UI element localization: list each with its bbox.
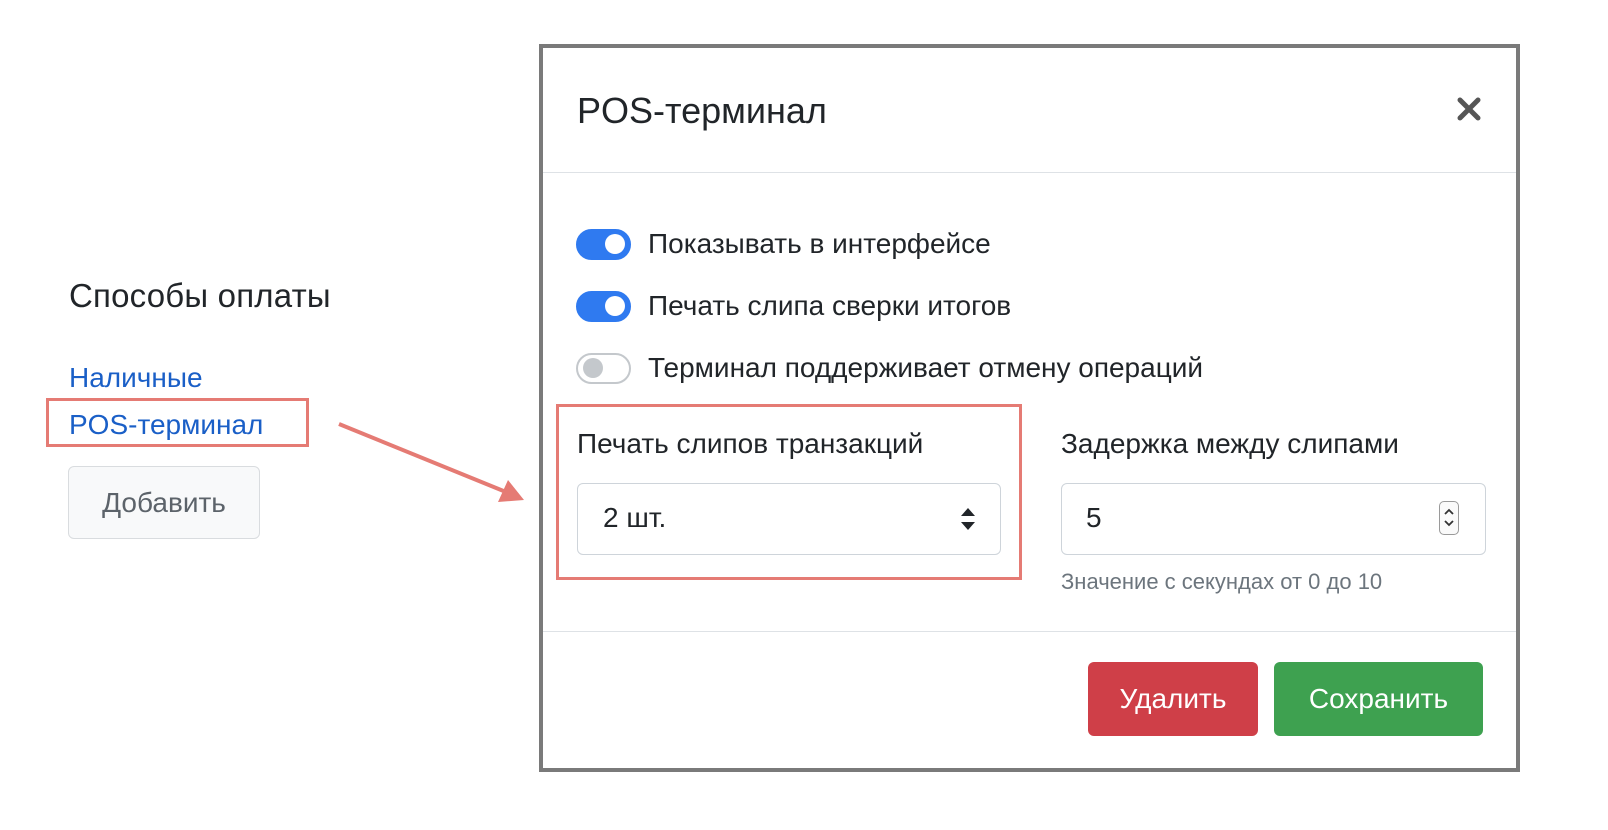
print-settlement-slip-label: Печать слипа сверки итогов xyxy=(648,290,1012,321)
show-in-interface-label: Показывать в интерфейсе xyxy=(648,228,991,259)
modal-header: POS-терминал xyxy=(543,48,1516,173)
supports-cancel-switch[interactable] xyxy=(576,352,631,384)
modal-title: POS-терминал xyxy=(577,90,827,131)
toggle-row-supports-cancel: Терминал поддерживает отмену операций xyxy=(576,352,1203,384)
print-settlement-slip-switch[interactable] xyxy=(576,290,631,322)
pos-terminal-modal: POS-терминал Показывать в интерфейсе Печ… xyxy=(539,44,1520,772)
close-icon[interactable] xyxy=(1452,92,1486,126)
slip-delay-label: Задержка между слипами xyxy=(1061,428,1399,459)
toggle-row-print-settlement-slip: Печать слипа сверки итогов xyxy=(576,290,1011,322)
save-button[interactable]: Сохранить xyxy=(1274,662,1483,736)
slip-delay-input[interactable]: 5 xyxy=(1061,483,1486,555)
select-caret-icon xyxy=(960,506,976,539)
number-spinner-icon[interactable] xyxy=(1439,501,1459,535)
show-in-interface-switch[interactable] xyxy=(576,228,631,260)
modal-footer-divider xyxy=(543,631,1516,632)
slip-print-value: 2 шт. xyxy=(603,502,667,533)
slip-delay-hint: Значение с секундах от 0 до 10 xyxy=(1061,569,1383,594)
slip-print-label: Печать слипов транзакций xyxy=(577,428,924,459)
slip-print-select[interactable]: 2 шт. xyxy=(577,483,1001,555)
delete-button[interactable]: Удалить xyxy=(1088,662,1258,736)
supports-cancel-label: Терминал поддерживает отмену операций xyxy=(648,352,1204,383)
slip-delay-value: 5 xyxy=(1086,502,1102,533)
toggle-row-show-in-interface: Показывать в интерфейсе xyxy=(576,228,991,260)
